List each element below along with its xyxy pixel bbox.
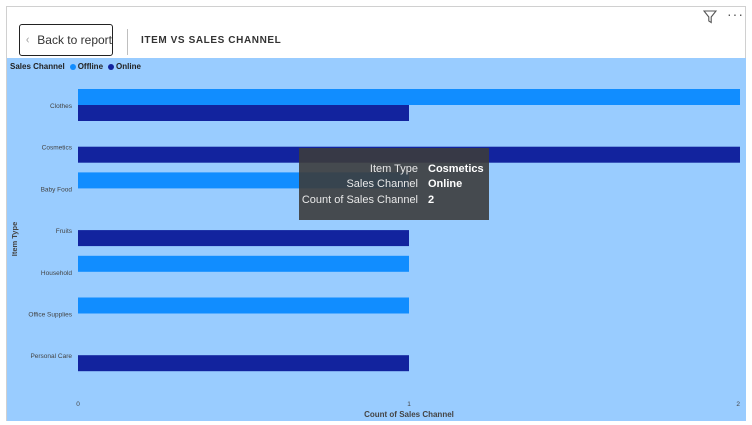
y-tick-label: Office Supplies xyxy=(28,312,72,319)
tooltip-label: Item Type xyxy=(369,163,418,175)
tooltip-row: Sales Channel Online xyxy=(299,178,489,194)
tooltip-label: Count of Sales Channel xyxy=(301,194,418,206)
x-tick-label: 1 xyxy=(407,401,411,408)
x-tick-label: 2 xyxy=(736,401,740,408)
y-tick-label: Fruits xyxy=(56,228,73,235)
y-tick-label: Cosmetics xyxy=(42,145,73,152)
tooltip: Item Type Cosmetics Sales Channel Online… xyxy=(299,148,489,220)
y-tick-label: Clothes xyxy=(50,103,73,110)
x-tick-label: 0 xyxy=(76,401,80,408)
tooltip-row: Count of Sales Channel 2 xyxy=(299,194,489,210)
bar-offline[interactable] xyxy=(78,297,409,314)
x-axis-title: Count of Sales Channel xyxy=(364,410,454,419)
bar-online[interactable] xyxy=(78,230,409,247)
y-tick-label: Personal Care xyxy=(30,353,72,360)
y-axis-title: Item Type xyxy=(10,222,19,256)
y-tick-label: Baby Food xyxy=(41,186,73,193)
tooltip-row: Item Type Cosmetics xyxy=(299,163,489,179)
tooltip-label: Sales Channel xyxy=(346,178,418,190)
tooltip-value: 2 xyxy=(428,194,435,206)
bar-offline[interactable] xyxy=(78,89,740,105)
tooltip-value: Online xyxy=(428,178,463,190)
bar-online[interactable] xyxy=(78,105,409,121)
tooltip-value: Cosmetics xyxy=(428,163,484,175)
bar-online[interactable] xyxy=(78,355,409,372)
y-tick-label: Household xyxy=(41,270,72,277)
bar-offline[interactable] xyxy=(78,255,409,272)
